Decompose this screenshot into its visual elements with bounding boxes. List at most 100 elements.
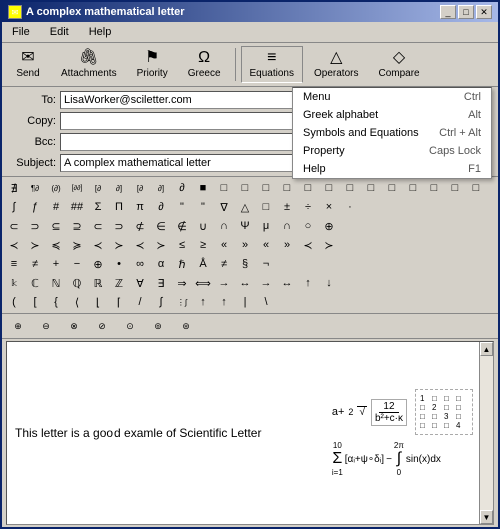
sym-btn[interactable]: → [214, 274, 234, 292]
sym-btn[interactable]: ℚ [67, 274, 87, 292]
sym-btn[interactable]: ⊕ [88, 255, 108, 273]
menu-file[interactable]: File [6, 24, 36, 40]
sym-btn[interactable]: □ [298, 179, 318, 197]
sym-btn[interactable]: × [319, 198, 339, 216]
sym-btn[interactable]: ∫ [151, 293, 171, 311]
sym-btn[interactable]: ≻ [319, 236, 339, 254]
sym-btn[interactable]: ( [4, 293, 24, 311]
sym-btn[interactable]: 𝕜 [4, 274, 24, 292]
sym-btn[interactable]: □ [256, 198, 276, 216]
sym-btn[interactable]: ∃ [151, 274, 171, 292]
sym-btn[interactable]: ∂ [151, 198, 171, 216]
sym-btn[interactable]: ↑ [193, 293, 213, 311]
sym-btn[interactable]: ⌈ [109, 293, 129, 311]
sym-btn[interactable]: « [256, 236, 276, 254]
sym-btn[interactable]: ⋮∫ [172, 293, 192, 311]
sym-btn[interactable]: ≺ [298, 236, 318, 254]
sym-btn[interactable]: ⊆ [46, 217, 66, 235]
sym-btn[interactable]: ℏ [172, 255, 192, 273]
sym-btn[interactable]: ∈ [151, 217, 171, 235]
sym-btn[interactable]: ↔ [277, 274, 297, 292]
sym-btn[interactable]: { [46, 293, 66, 311]
sym-btn[interactable]: ∄ [4, 179, 24, 197]
sym-btn[interactable]: ⟨ [67, 293, 87, 311]
sym-btn[interactable]: » [277, 236, 297, 254]
sym-btn[interactable]: ÷ [298, 198, 318, 216]
sym-btn[interactable]: ℤ [109, 274, 129, 292]
sym-btn[interactable]: ⟺ [193, 274, 213, 292]
sym-btn[interactable]: # [46, 198, 66, 216]
sym-btn[interactable]: ≺ [4, 236, 24, 254]
sym-btn[interactable]: ⊂ [4, 217, 24, 235]
scroll-down-button[interactable]: ▼ [480, 510, 493, 524]
sym-btn[interactable]: ℂ [25, 274, 45, 292]
sym-btn[interactable]: ↓ [319, 274, 339, 292]
sym-btn[interactable]: ⊄ [130, 217, 150, 235]
sym-btn[interactable]: □ [361, 179, 381, 197]
close-button[interactable]: ✕ [476, 5, 492, 19]
sym-btn[interactable]: □ [424, 179, 444, 197]
sym-btn[interactable]: « [214, 236, 234, 254]
bottom-btn-4[interactable]: ⊘ [90, 316, 114, 336]
sym-btn[interactable]: ≼ [46, 236, 66, 254]
sym-btn[interactable]: Π [109, 198, 129, 216]
sym-btn[interactable]: ∞ [130, 255, 150, 273]
sym-btn[interactable]: / [130, 293, 150, 311]
sym-btn[interactable]: Å [193, 255, 213, 273]
sym-btn[interactable]: □ [466, 179, 486, 197]
sym-btn[interactable]: ∇ [214, 198, 234, 216]
sym-btn[interactable]: α [151, 255, 171, 273]
sym-btn[interactable]: § [235, 255, 255, 273]
sym-btn[interactable]: □ [382, 179, 402, 197]
sym-btn[interactable]: ≡ [4, 255, 24, 273]
sym-btn[interactable]: » [235, 236, 255, 254]
sym-btn[interactable]: ⊂ [88, 217, 108, 235]
equations-button[interactable]: ≡ Equations [241, 46, 303, 83]
menu-help[interactable]: Help [83, 24, 118, 40]
sym-btn[interactable]: " [193, 198, 213, 216]
bottom-btn-6[interactable]: ⊚ [146, 316, 170, 336]
sym-btn[interactable]: ∂] [109, 179, 129, 197]
compare-button[interactable]: ◇ Compare [369, 46, 428, 83]
sym-btn[interactable]: ≺ [130, 236, 150, 254]
sym-btn[interactable]: ⊇ [67, 217, 87, 235]
sym-btn[interactable]: ≽ [67, 236, 87, 254]
sym-btn[interactable]: △ [235, 198, 255, 216]
sym-btn[interactable]: ≻ [109, 236, 129, 254]
sym-btn[interactable]: Σ [88, 198, 108, 216]
sym-btn[interactable]: □ [235, 179, 255, 197]
sym-btn[interactable]: ↑ [298, 274, 318, 292]
sym-btn[interactable]: □ [214, 179, 234, 197]
sym-btn[interactable]: π [130, 198, 150, 216]
sym-btn[interactable]: ∉ [172, 217, 192, 235]
sym-btn[interactable]: ∪ [193, 217, 213, 235]
menu-edit[interactable]: Edit [44, 24, 75, 40]
sym-btn[interactable]: ≠ [214, 255, 234, 273]
scroll-up-button[interactable]: ▲ [480, 342, 493, 356]
sym-btn[interactable]: ↑ [214, 293, 234, 311]
sym-btn[interactable]: ∀ [130, 274, 150, 292]
sym-btn[interactable]: μ [256, 217, 276, 235]
sym-btn[interactable]: ≻ [25, 236, 45, 254]
sym-btn[interactable]: ⊃ [25, 217, 45, 235]
sym-btn[interactable]: ∂] [151, 179, 171, 197]
sym-btn[interactable]: □ [256, 179, 276, 197]
sym-btn[interactable]: ¬ [256, 255, 276, 273]
bottom-btn-1[interactable]: ⊕ [6, 316, 30, 336]
sym-btn[interactable]: " [172, 198, 192, 216]
greece-button[interactable]: Ω Greece [179, 46, 230, 83]
sym-btn[interactable]: □ [319, 179, 339, 197]
bottom-btn-2[interactable]: ⊖ [34, 316, 58, 336]
sym-btn[interactable]: □ [403, 179, 423, 197]
sym-btn[interactable]: ≥ [193, 236, 213, 254]
sym-btn[interactable]: ℝ [88, 274, 108, 292]
sym-btn[interactable]: ƒ [25, 198, 45, 216]
sym-btn[interactable]: ⌊ [88, 293, 108, 311]
operators-button[interactable]: △ Operators [305, 46, 367, 83]
sym-btn[interactable]: (∂) [46, 179, 66, 197]
sym-btn[interactable]: + [46, 255, 66, 273]
sym-btn[interactable]: [∂∂] [67, 179, 87, 197]
sym-btn[interactable]: [∂ [88, 179, 108, 197]
maximize-button[interactable]: □ [458, 5, 474, 19]
sym-btn[interactable]: • [109, 255, 129, 273]
